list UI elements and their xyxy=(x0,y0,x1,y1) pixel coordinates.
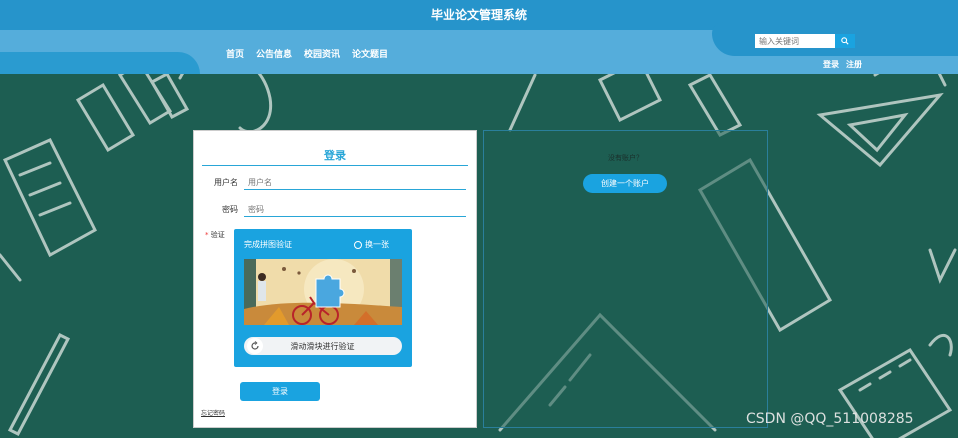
puzzle-scene xyxy=(244,259,402,325)
nav-thesis-topics[interactable]: 论文题目 xyxy=(352,47,388,60)
nav-campus-news[interactable]: 校园资讯 xyxy=(304,47,340,60)
search-icon xyxy=(841,37,849,45)
login-panel: 登录 用户名 密码 * 验证 完成拼图验证 换一张 xyxy=(193,130,477,428)
login-submit-button[interactable]: 登录 xyxy=(240,382,320,401)
required-marker: * xyxy=(205,231,209,239)
search-button[interactable] xyxy=(835,34,855,48)
captcha-puzzle-image xyxy=(244,259,402,325)
header-login-link[interactable]: 登录 xyxy=(823,59,839,70)
password-label: 密码 xyxy=(222,205,238,214)
captcha-label: * 验证 xyxy=(205,230,225,240)
slider-instruction: 滑动滑块进行验证 xyxy=(290,341,355,351)
captcha-title: 完成拼图验证 xyxy=(244,240,292,249)
register-prompt: 没有账户？ xyxy=(608,154,643,162)
register-panel: 没有账户？ 创建一个账户 xyxy=(483,130,768,428)
captcha-slider[interactable]: 滑动滑块进行验证 xyxy=(244,337,402,355)
forgot-password-link[interactable]: 忘记密码 xyxy=(201,408,225,417)
password-field[interactable] xyxy=(244,202,466,217)
search-bar xyxy=(755,34,855,48)
captcha-label-text: 验证 xyxy=(210,231,225,239)
header-register-link[interactable]: 注册 xyxy=(846,59,862,70)
site-title: 毕业论文管理系统 xyxy=(430,8,527,22)
refresh-arrow-icon xyxy=(251,341,259,350)
refresh-icon xyxy=(354,240,362,249)
auth-links: 登录 注册 xyxy=(823,59,862,70)
site-header: 毕业论文管理系统 首页 公告信息 校园资讯 论文题目 登录 注册 xyxy=(0,0,958,74)
slider-handle[interactable] xyxy=(247,338,263,354)
watermark: CSDN @QQ_511008285 xyxy=(746,411,914,427)
create-account-button[interactable]: 创建一个账户 xyxy=(583,174,667,193)
search-input[interactable] xyxy=(755,34,835,48)
captcha-refresh-label: 换一张 xyxy=(365,240,389,249)
captcha-refresh-button[interactable]: 换一张 xyxy=(354,239,389,250)
header-left-wave xyxy=(0,52,200,74)
captcha-widget: 完成拼图验证 换一张 滑动滑块进行验证 xyxy=(234,229,412,367)
nav-announcements[interactable]: 公告信息 xyxy=(256,47,292,60)
main-nav: 首页 公告信息 校园资讯 论文题目 xyxy=(226,47,388,60)
username-field[interactable] xyxy=(244,175,466,190)
username-label: 用户名 xyxy=(214,178,238,187)
title-divider xyxy=(202,165,468,166)
nav-home[interactable]: 首页 xyxy=(226,47,244,60)
login-title: 登录 xyxy=(324,149,346,162)
